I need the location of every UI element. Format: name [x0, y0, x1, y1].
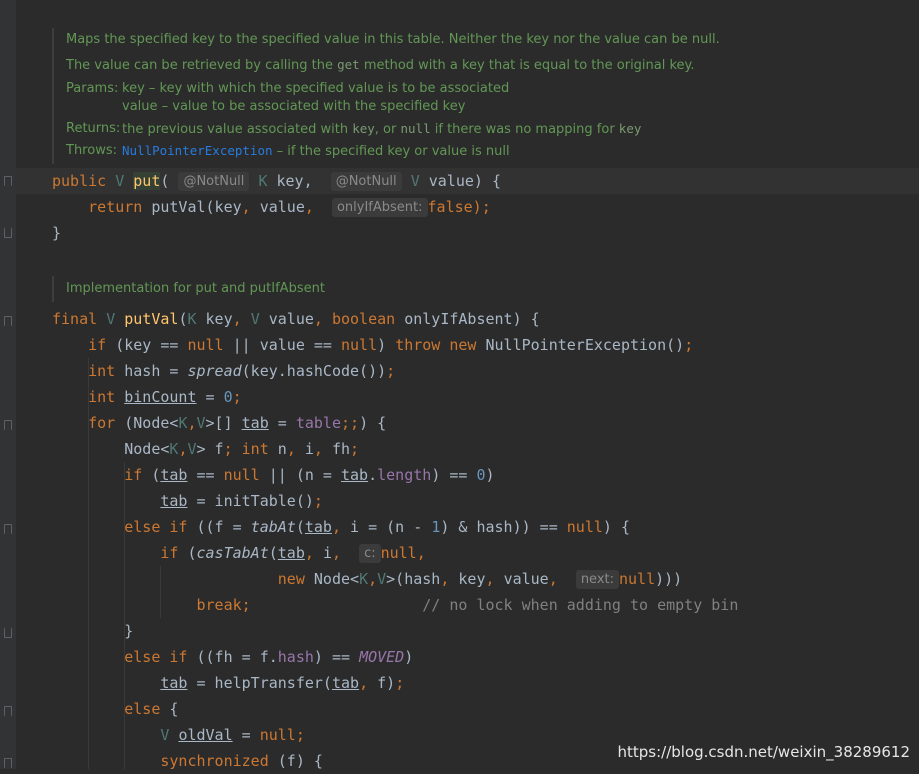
code-line[interactable]: int hash = spread(key.hashCode()); [52, 358, 395, 384]
doc-text: – if the specified key or value is null [272, 144, 510, 159]
editor-gutter [0, 0, 16, 769]
code-line[interactable]: else if ((fh = f.hash) == MOVED) [52, 644, 413, 670]
code-line[interactable]: V oldVal = null; [52, 722, 305, 748]
fold-close-icon[interactable] [4, 228, 12, 238]
doc-throws-label: Throws: [66, 143, 117, 158]
doc-returns-label: Returns: [66, 121, 121, 136]
param-hint: c: [359, 544, 381, 563]
code-line[interactable]: } [52, 618, 133, 644]
code-line[interactable]: else if ((f = tabAt(tab, i = (n - 1) & h… [52, 514, 630, 540]
doc-code: get [337, 57, 360, 72]
code-line[interactable]: synchronized (f) { [52, 748, 323, 774]
code-line[interactable]: tab = initTable(); [52, 488, 323, 514]
doc-throws-text: NullPointerException – if the specified … [122, 142, 510, 160]
javadoc-putval: Implementation for put and putIfAbsent [52, 276, 374, 302]
doc-param-key: key – key with which the specified value… [122, 81, 510, 96]
fold-open-icon[interactable] [4, 706, 12, 716]
fold-open-icon[interactable] [4, 316, 12, 326]
fold-close-icon[interactable] [4, 628, 12, 638]
param-hint: next: [575, 570, 619, 589]
fold-open-icon[interactable] [4, 524, 12, 534]
doc-text: , or [374, 122, 401, 137]
param-hint: onlyIfAbsent: [331, 198, 428, 217]
javadoc-put: Maps the specified key to the specified … [52, 28, 754, 164]
code-line[interactable]: for (Node<K,V>[] tab = table;;) { [52, 410, 386, 436]
code-line[interactable]: if (tab == null || (n = tab.length) == 0… [52, 462, 494, 488]
code-line[interactable]: } [52, 220, 61, 246]
fold-open-icon[interactable] [4, 420, 12, 430]
doc-text: the previous value associated with [122, 122, 353, 137]
doc-returns-text: the previous value associated with key, … [122, 120, 641, 138]
doc-text: The value can be retrieved by calling th… [66, 58, 338, 73]
code-line[interactable]: tab = helpTransfer(tab, f); [52, 670, 404, 696]
doc-summary: Maps the specified key to the specified … [66, 32, 720, 47]
doc-code: key [618, 121, 642, 136]
doc-text: method with a key that is equal to the o… [359, 58, 695, 73]
doc-summary: Implementation for put and putIfAbsent [66, 281, 325, 296]
param-hint: @NotNull [178, 172, 250, 191]
doc-retrieve-line: The value can be retrieved by calling th… [66, 56, 695, 74]
code-line[interactable]: new Node<K,V>(hash, key, value, next: nul… [52, 566, 682, 592]
param-hint: @NotNull [330, 172, 402, 191]
doc-param-value: value – value to be associated with the … [122, 99, 466, 114]
watermark: https://blog.csdn.net/weixin_38289612 [617, 743, 910, 761]
code-line[interactable]: return putVal(key, value, onlyIfAbsent: f… [52, 194, 491, 220]
fold-open-icon[interactable] [4, 176, 12, 186]
code-line[interactable]: public V put( @NotNull K key, @NotNull V… [52, 168, 501, 194]
code-line[interactable]: int binCount = 0; [52, 384, 242, 410]
doc-params-label: Params: [66, 81, 119, 96]
doc-text: if there was no mapping for [430, 122, 619, 137]
code-line[interactable]: break; // no lock when adding to empty b… [52, 592, 739, 618]
code-line[interactable]: Node<K,V> f; int n, i, fh; [52, 436, 359, 462]
code-line[interactable]: if (key == null || value == null) throw … [52, 332, 693, 358]
doc-code: null [400, 121, 431, 136]
doc-link-npe[interactable]: NullPointerException [122, 143, 273, 158]
code-line[interactable]: final V putVal(K key, V value, boolean o… [52, 306, 540, 332]
code-line[interactable]: else { [52, 696, 178, 722]
code-line[interactable]: if (casTabAt(tab, i, c: null, [52, 540, 426, 566]
doc-code: key [352, 121, 375, 136]
fold-open-icon[interactable] [4, 758, 12, 768]
